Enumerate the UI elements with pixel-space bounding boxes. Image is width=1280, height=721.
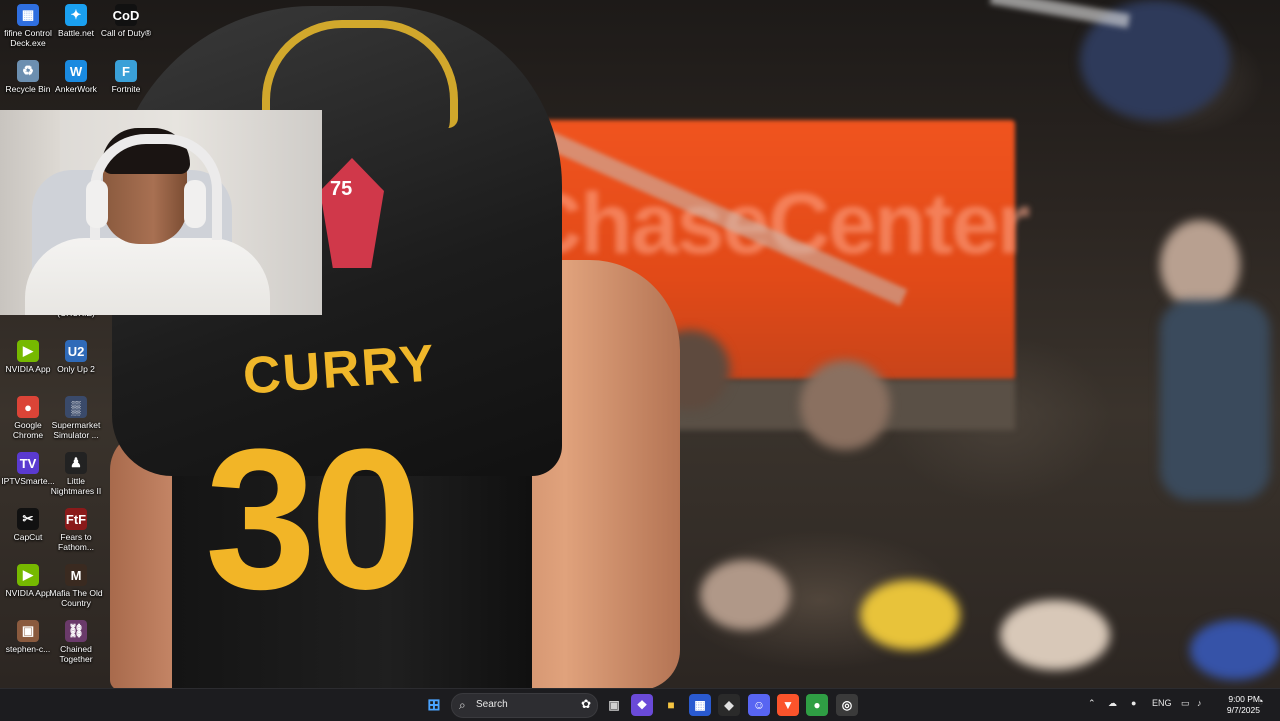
headphones-right-cup bbox=[184, 180, 206, 228]
app-icon: ▶ bbox=[17, 340, 39, 362]
app-icon: ♟ bbox=[65, 452, 87, 474]
desktop-icon-label: Battle.net bbox=[58, 28, 94, 38]
nba-75-logo-text: 75 bbox=[330, 178, 353, 200]
chrome-icon[interactable]: ● bbox=[806, 694, 828, 716]
show-hidden-icons-chevron-icon[interactable]: ⌃ bbox=[1088, 698, 1096, 709]
app-icon: ● bbox=[17, 396, 39, 418]
roblox-icon[interactable]: ◆ bbox=[718, 694, 740, 716]
desktop-icon[interactable]: F Fortnite bbox=[98, 60, 154, 94]
display-icon[interactable]: ▭ bbox=[1181, 698, 1190, 709]
desktop-icon-label: Chained Together bbox=[59, 644, 93, 664]
system-clock[interactable]: 9:00 PM 9/7/2025 bbox=[1212, 694, 1260, 716]
app-icon: W bbox=[65, 60, 87, 82]
clock-time: 9:00 PM bbox=[1228, 694, 1260, 704]
app-icon: ♻ bbox=[17, 60, 39, 82]
desktop-icon-label: Fortnite bbox=[111, 84, 141, 94]
crowd-fan bbox=[1160, 300, 1270, 500]
app-icon: ▒ bbox=[65, 396, 87, 418]
app-icon: ▣ bbox=[17, 620, 39, 642]
desktop-icon-label: Mafia The Old Country bbox=[49, 588, 103, 608]
desktop-icon[interactable]: ⛓ Chained Together bbox=[48, 620, 104, 664]
desktop-icon-label: Supermarket Simulator ... bbox=[51, 420, 101, 440]
language-indicator[interactable]: ENG bbox=[1152, 698, 1172, 708]
app-icon: ✂ bbox=[17, 508, 39, 530]
app-icon: U2 bbox=[65, 340, 87, 362]
desktop-icon[interactable]: ▒ Supermarket Simulator ... bbox=[48, 396, 104, 440]
notification-bell-icon[interactable]: ◔ bbox=[1257, 696, 1264, 708]
copilot-icon[interactable]: ❖ bbox=[631, 694, 653, 716]
crowd-fan bbox=[700, 560, 790, 630]
webcam-overlay bbox=[0, 110, 322, 315]
onedrive-cloud-icon[interactable]: ☁ bbox=[1108, 698, 1117, 709]
search-highlight-icon: ✿ bbox=[580, 697, 591, 711]
app-icon: CoD bbox=[113, 4, 139, 26]
search-icon: ⌕ bbox=[459, 698, 466, 712]
desktop-icon-label: Call of Duty® bbox=[100, 28, 152, 38]
volume-icon[interactable]: ♪ bbox=[1197, 698, 1202, 708]
desktop-icon-label: Fears to Fathom... bbox=[58, 532, 94, 552]
app-icon: ▶ bbox=[17, 564, 39, 586]
windows-start-icon[interactable]: ⊞ bbox=[423, 694, 445, 716]
app-icon: ✦ bbox=[65, 4, 87, 26]
microphone-icon[interactable]: ● bbox=[1131, 698, 1136, 708]
app-icon: F bbox=[115, 60, 137, 82]
desktop-icon[interactable]: CoD Call of Duty® bbox=[98, 4, 154, 38]
taskbar: ⊞ ⌕ Search ✿ ▣ ❖ ■ ▦ ◆ ☺ ▼ ● ◎ ⌃ ☁ ● ENG ▭ ♪ 9:0… bbox=[0, 688, 1280, 721]
desktop-wallpaper: ChaseCenter 75 CURRY 30 bbox=[0, 0, 1280, 688]
app-icon: ▦ bbox=[17, 4, 39, 26]
desktop-icon-label: AnkerWork bbox=[55, 84, 97, 94]
jersey-number: 30 bbox=[205, 408, 421, 631]
clock-date: 9/7/2025 bbox=[1226, 705, 1260, 715]
search-label: Search bbox=[476, 699, 508, 710]
crowd-fan bbox=[1160, 220, 1240, 310]
taskbar-search-box[interactable]: ⌕ Search ✿ bbox=[451, 693, 598, 718]
desktop-icon[interactable]: U2 Only Up 2 bbox=[48, 340, 104, 374]
desktop-icon[interactable]: ✦ Battle.net bbox=[48, 4, 104, 38]
discord-icon[interactable]: ☺ bbox=[748, 694, 770, 716]
webcam-person-shirt bbox=[25, 238, 270, 315]
crowd-fan-yellow-cap bbox=[860, 580, 960, 650]
task-view-icon[interactable]: ▣ bbox=[603, 694, 625, 716]
file-explorer-icon[interactable]: ■ bbox=[660, 694, 682, 716]
microsoft-store-icon[interactable]: ▦ bbox=[689, 694, 711, 716]
app-icon: M bbox=[65, 564, 87, 586]
crowd-fan bbox=[800, 360, 890, 450]
app-icon: ⛓ bbox=[65, 620, 87, 642]
desktop-icon[interactable]: W AnkerWork bbox=[48, 60, 104, 94]
desktop-icon[interactable]: FtF Fears to Fathom... bbox=[48, 508, 104, 552]
arena-ad-text: ChaseCenter bbox=[520, 176, 1031, 272]
headphones-left-cup bbox=[86, 180, 108, 228]
desktop-icon-label: Little Nightmares II bbox=[50, 476, 102, 496]
app-icon: TV bbox=[17, 452, 39, 474]
desktop-icon[interactable]: M Mafia The Old Country bbox=[48, 564, 104, 608]
desktop-icon-label: Only Up 2 bbox=[57, 364, 95, 374]
desktop-icon[interactable]: ♟ Little Nightmares II bbox=[48, 452, 104, 496]
brave-icon[interactable]: ▼ bbox=[777, 694, 799, 716]
crowd-fan-blue-cap bbox=[1190, 620, 1280, 680]
crowd-fan bbox=[1000, 600, 1110, 670]
app-icon: FtF bbox=[65, 508, 87, 530]
obs-icon[interactable]: ◎ bbox=[836, 694, 858, 716]
